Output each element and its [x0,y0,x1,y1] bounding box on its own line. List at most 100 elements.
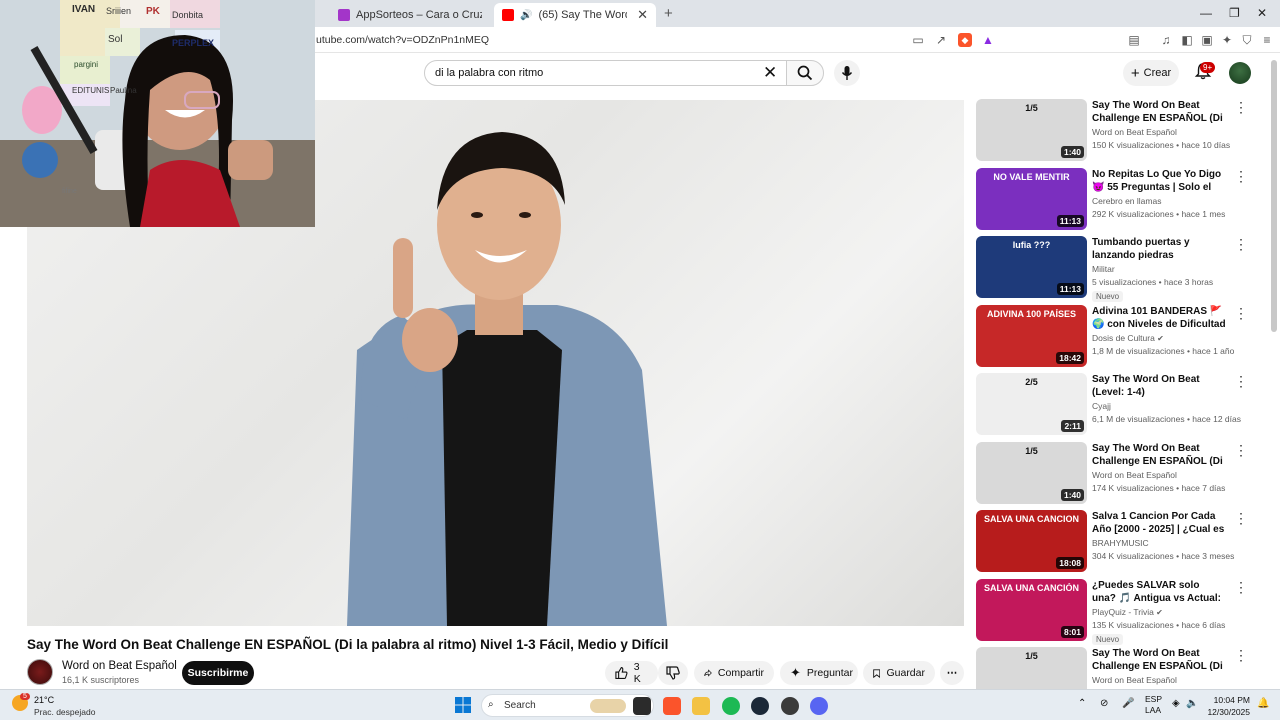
notification-center-icon[interactable]: 🔔 [1257,698,1269,709]
volume-icon[interactable]: 🔈 [1186,698,1198,709]
taskbar-search[interactable]: ⌕ Search [481,694,654,717]
more-options-icon[interactable]: ⋮ [1234,580,1248,594]
create-button[interactable]: + Crear [1123,60,1179,86]
spotify-icon[interactable] [722,697,740,715]
recommendation-title[interactable]: ¿Puedes SALVAR solo una? 🎵 Antigua vs Ac… [1092,579,1226,605]
search-button[interactable] [786,60,824,86]
recommendation-thumbnail[interactable]: 1/5 1:40 [976,442,1087,504]
steam-icon[interactable] [751,697,769,715]
recommendation-item[interactable]: ADIVINA 100 PAÍSES 18:42 Adivina 101 BANDE… [976,305,1256,369]
mic-tray-icon[interactable]: 🎤 [1122,698,1134,709]
brave-rewards-icon[interactable]: ▲ [981,33,995,47]
recommendation-item[interactable]: 1/5 1:40 Say The Word On Beat Challenge EN… [976,99,1256,163]
more-options-icon[interactable]: ⋮ [1234,169,1248,183]
close-window-button[interactable]: ✕ [1257,6,1267,20]
recommendation-thumbnail[interactable]: 1/5 1:40 [976,99,1087,161]
channel-name: BRAHYMUSIC [1092,538,1149,548]
leo-ai-icon[interactable]: ✦ [1220,33,1234,47]
obs-icon[interactable] [781,697,799,715]
vpn-icon[interactable]: ⛉ [1240,33,1254,47]
windows-start-icon[interactable] [455,697,471,713]
brave-shield-icon[interactable]: ◆ [958,33,972,47]
cast-icon[interactable]: ▭ [911,33,925,47]
more-options-icon[interactable]: ⋮ [1234,443,1248,457]
recommendation-item[interactable]: Iufia ??? 11:13 Tumbando puertas y lanzand… [976,236,1256,302]
clear-search-icon[interactable]: ✕ [763,63,777,83]
recommendation-thumbnail[interactable]: SALVA UNA CANCIÓN 8:01 [976,579,1087,641]
file-explorer-icon[interactable] [692,697,710,715]
recommendation-title[interactable]: Say The Word On Beat Challenge EN ESPAÑO… [1092,99,1226,125]
recommendation-item[interactable]: SALVA UNA CANCION 18:08 Salva 1 Cancion Po… [976,510,1256,574]
recommendation-channel[interactable]: Word on Beat Español [1092,127,1177,137]
like-button[interactable]: 3 K [605,661,658,685]
share-button[interactable]: Compartir [694,661,774,685]
new-tab-button[interactable]: + [664,5,673,22]
more-options-icon[interactable]: ⋮ [1234,306,1248,320]
scrollbar[interactable] [1271,60,1277,332]
recommendation-title[interactable]: Say The Word On Beat (Level: 1-4) [1092,373,1226,399]
maximize-button[interactable]: ❐ [1229,6,1240,20]
recommendation-item[interactable]: NO VALE MENTIR 11:13 No Repitas Lo Que Yo … [976,168,1256,232]
channel-avatar[interactable] [27,659,53,685]
recommendation-title[interactable]: Say The Word On Beat Challenge EN ESPAÑO… [1092,442,1226,468]
recommendation-channel[interactable]: BRAHYMUSIC [1092,538,1149,548]
more-options-icon[interactable]: ⋮ [1234,100,1248,114]
discord-icon[interactable] [810,697,828,715]
sidebar-icon[interactable]: ◧ [1180,33,1194,47]
youtube-search-box[interactable]: di la palabra con ritmo ✕ [424,60,788,86]
recommendation-channel[interactable]: Cerebro en llamas [1092,196,1161,206]
wall-note: PK [146,6,160,17]
recommendation-channel[interactable]: PlayQuiz - Trivia ✔ [1092,607,1163,617]
recommendation-title[interactable]: Adivina 101 BANDERAS 🚩🌍 con Niveles de D… [1092,305,1226,331]
recommendation-thumbnail[interactable]: NO VALE MENTIR 11:13 [976,168,1087,230]
task-view-icon[interactable] [633,697,651,715]
menu-icon[interactable]: ≡ [1260,33,1274,47]
wallet-icon[interactable]: ▣ [1200,33,1214,47]
recommendation-thumbnail[interactable]: SALVA UNA CANCION 18:08 [976,510,1087,572]
recommendation-channel[interactable]: Word on Beat Español [1092,470,1177,480]
recommendation-title[interactable]: Tumbando puertas y lanzando piedras mome… [1092,236,1226,262]
recommendation-channel[interactable]: Cyajj [1092,401,1111,411]
more-options-icon[interactable]: ⋮ [1234,648,1248,662]
recommendation-thumbnail[interactable]: ADIVINA 100 PAÍSES 18:42 [976,305,1087,367]
recommendation-title[interactable]: No Repitas Lo Que Yo Digo 😈 55 Preguntas… [1092,168,1226,194]
recommendation-item[interactable]: 1/5 1:40 Say The Word On Beat Challenge EN… [976,442,1256,506]
account-avatar[interactable] [1229,62,1251,84]
dislike-button[interactable] [658,661,688,685]
more-options-icon[interactable]: ⋮ [1234,374,1248,388]
language-indicator[interactable]: ESP LAA [1145,694,1162,716]
wall-note: Paulina [110,86,137,95]
recommendation-channel[interactable]: Word on Beat Español [1092,675,1177,685]
voice-search-button[interactable] [834,60,860,86]
recommendation-item[interactable]: SALVA UNA CANCIÓN 8:01 ¿Puedes SALVAR solo… [976,579,1256,645]
recommendation-thumbnail[interactable]: 2/5 2:11 [976,373,1087,435]
ask-button[interactable]: ✦ Preguntar [780,661,858,685]
minimize-button[interactable]: — [1200,6,1212,20]
more-options-icon[interactable]: ⋮ [1234,511,1248,525]
media-icon[interactable]: ♫ [1159,33,1173,47]
thumbnail-text: SALVA UNA CANCIÓN [984,583,1079,593]
recommendation-channel[interactable]: Militar [1092,264,1115,274]
subscribe-button[interactable]: Suscribirme [182,661,254,685]
save-button[interactable]: Guardar [863,661,935,685]
url-field[interactable]: utube.com/watch?v=ODZnPn1nMEQ [316,34,489,46]
chevron-up-icon[interactable]: ⌃ [1078,698,1086,709]
share-page-icon[interactable]: ↗ [934,33,948,47]
recommendation-title[interactable]: Say The Word On Beat Challenge EN ESPAÑO… [1092,647,1226,673]
recommendation-channel[interactable]: Dosis de Cultura ✔ [1092,333,1164,343]
recommendation-item[interactable]: 2/5 2:11 Say The Word On Beat (Level: 1-4)… [976,373,1256,437]
more-actions-button[interactable]: ⋯ [940,661,964,685]
close-tab-icon[interactable]: ✕ [637,7,648,23]
recommendation-title[interactable]: Salva 1 Cancion Por Cada Año [2000 - 202… [1092,510,1226,536]
recommendation-thumbnail[interactable]: Iufia ??? 11:13 [976,236,1087,298]
tab-appsorteos[interactable]: AppSorteos – Cara o Cruz - Tirar una [330,3,490,27]
wifi-icon[interactable]: ◈ [1172,698,1180,709]
tray-icon[interactable]: ⊘ [1100,698,1108,709]
reader-mode-icon[interactable]: ▤ [1127,33,1141,47]
more-options-icon[interactable]: ⋮ [1234,237,1248,251]
tab-youtube[interactable]: 🔊 (65) Say The Word On Beat C ✕ [494,3,656,27]
channel-name[interactable]: Word on Beat Español [62,660,177,672]
clock[interactable]: 10:04 PM 12/30/2025 [1204,694,1250,718]
brave-browser-icon[interactable] [663,697,681,715]
search-input[interactable]: di la palabra con ritmo [435,67,543,79]
